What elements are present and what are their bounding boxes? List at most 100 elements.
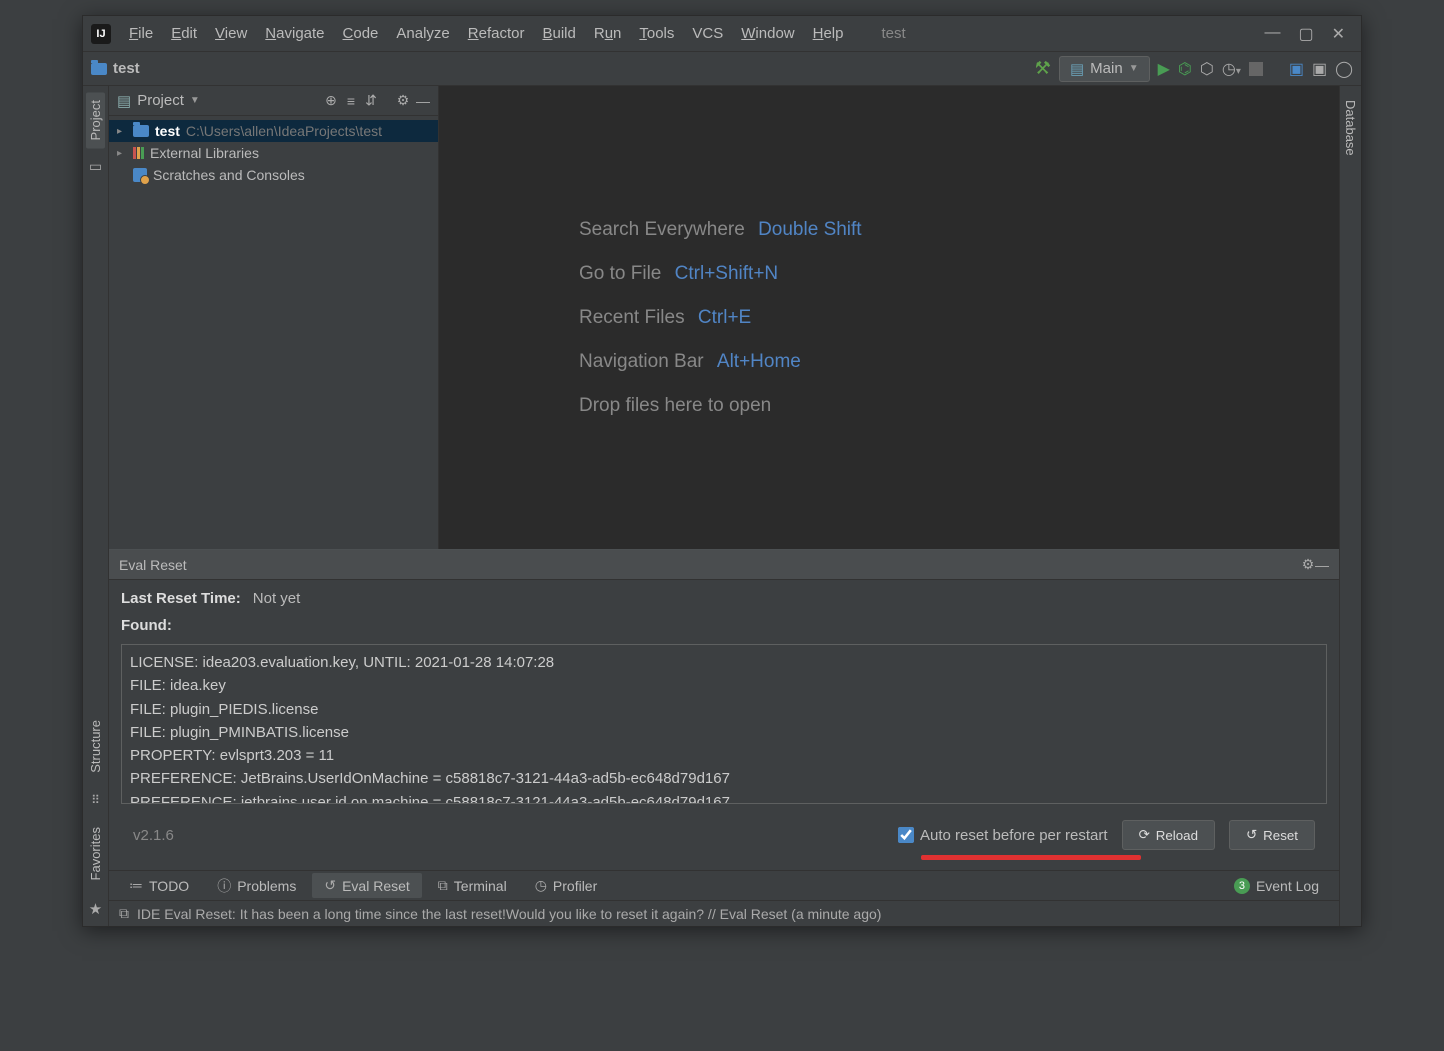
hint-search-everywhere: Search Everywhere Double Shift bbox=[579, 219, 862, 241]
chevron-right-icon[interactable]: ▸ bbox=[117, 126, 127, 137]
hide-icon[interactable]: — bbox=[1315, 558, 1329, 572]
right-tool-strip: Database bbox=[1339, 86, 1361, 926]
tab-profiler[interactable]: ◷Profiler bbox=[523, 873, 610, 898]
minimize-button[interactable]: — bbox=[1264, 24, 1280, 44]
tab-todo[interactable]: ≔TODO bbox=[117, 873, 201, 898]
chevron-right-icon[interactable]: ▸ bbox=[117, 148, 127, 159]
found-line: PROPERTY: evlsprt3.203 = 11 bbox=[130, 744, 1318, 767]
hide-icon[interactable]: — bbox=[416, 94, 430, 108]
favorites-icon: ★ bbox=[89, 900, 102, 918]
menu-edit[interactable]: Edit bbox=[163, 21, 205, 46]
menu-tools[interactable]: Tools bbox=[631, 21, 682, 46]
gear-icon[interactable]: ⚙ bbox=[1301, 558, 1315, 572]
tab-project[interactable]: Project bbox=[86, 92, 105, 148]
app-icon: IJ bbox=[91, 24, 111, 44]
reset-button[interactable]: ↺ Reset bbox=[1229, 820, 1315, 850]
tree-root[interactable]: ▸ test C:\Users\allen\IdeaProjects\test bbox=[109, 120, 438, 142]
menu-build[interactable]: Build bbox=[534, 21, 583, 46]
chevron-down-icon: ▼ bbox=[190, 95, 200, 106]
breadcrumb[interactable]: test bbox=[91, 60, 140, 77]
main-menu: File Edit View Navigate Code Analyze Ref… bbox=[121, 21, 852, 46]
menu-run[interactable]: Run bbox=[586, 21, 630, 46]
run-config-selector[interactable]: ▤ Main ▼ bbox=[1059, 56, 1150, 82]
expand-icon[interactable]: ≡ bbox=[344, 94, 358, 108]
run-config-icon: ▤ bbox=[1070, 60, 1084, 78]
auto-reset-checkbox[interactable]: Auto reset before per restart bbox=[898, 827, 1108, 844]
found-list[interactable]: LICENSE: idea203.evaluation.key, UNTIL: … bbox=[121, 644, 1327, 804]
central-area: ▤ Project ▼ ⊕ ≡ ⇵ ⚙ — ▸ bbox=[109, 86, 1339, 926]
tab-terminal[interactable]: ⧉Terminal bbox=[426, 873, 519, 898]
menu-help[interactable]: Help bbox=[805, 21, 852, 46]
debug-icon[interactable]: ⌬ bbox=[1178, 59, 1192, 79]
project-tool-window: ▤ Project ▼ ⊕ ≡ ⇵ ⚙ — ▸ bbox=[109, 86, 439, 549]
menu-view[interactable]: View bbox=[207, 21, 255, 46]
coverage-icon[interactable]: ⬡ bbox=[1200, 59, 1214, 79]
bookmark-icon[interactable]: ▭ bbox=[89, 158, 102, 175]
found-label: Found: bbox=[121, 617, 172, 634]
found-line: PREFERENCE: JetBrains.UserIdOnMachine = … bbox=[130, 767, 1318, 790]
menu-analyze[interactable]: Analyze bbox=[388, 21, 457, 46]
reload-button[interactable]: ⟳ Reload bbox=[1122, 820, 1215, 850]
gear-icon[interactable]: ⚙ bbox=[396, 94, 410, 108]
locate-icon[interactable]: ⊕ bbox=[324, 94, 338, 108]
menu-navigate[interactable]: Navigate bbox=[257, 21, 332, 46]
menu-code[interactable]: Code bbox=[335, 21, 387, 46]
found-line: FILE: plugin_PMINBATIS.license bbox=[130, 721, 1318, 744]
run-icon[interactable]: ▶ bbox=[1158, 59, 1170, 79]
hint-drop-files: Drop files here to open bbox=[579, 395, 771, 417]
ide-update-icon[interactable]: ▣ bbox=[1289, 59, 1304, 79]
chevron-down-icon: ▼ bbox=[1129, 63, 1139, 74]
found-line: FILE: idea.key bbox=[130, 674, 1318, 697]
terminal-icon: ⧉ bbox=[438, 877, 448, 894]
collapse-icon[interactable]: ⇵ bbox=[364, 94, 378, 108]
build-icon[interactable]: ⚒ bbox=[1035, 58, 1051, 79]
project-panel-header: ▤ Project ▼ ⊕ ≡ ⇵ ⚙ — bbox=[109, 86, 438, 116]
navigation-bar: test ⚒ ▤ Main ▼ ▶ ⌬ ⬡ ◷▾ ▣ ▣ ◯ bbox=[83, 52, 1361, 86]
maximize-button[interactable]: ▢ bbox=[1298, 24, 1313, 44]
profiler-icon: ◷ bbox=[535, 877, 547, 894]
todo-icon: ≔ bbox=[129, 877, 143, 894]
project-tree[interactable]: ▸ test C:\Users\allen\IdeaProjects\test … bbox=[109, 116, 438, 549]
folder-icon bbox=[133, 125, 149, 137]
menu-refactor[interactable]: Refactor bbox=[460, 21, 533, 46]
stop-icon[interactable] bbox=[1249, 62, 1263, 76]
project-panel-title: Project bbox=[137, 92, 184, 109]
eval-panel-title: Eval Reset bbox=[119, 557, 1301, 573]
eval-panel-header: Eval Reset ⚙ — bbox=[109, 550, 1339, 580]
tree-root-name: test bbox=[155, 123, 180, 139]
tab-database[interactable]: Database bbox=[1341, 92, 1360, 164]
tab-structure[interactable]: Structure bbox=[86, 712, 105, 781]
project-view-selector[interactable]: ▤ Project ▼ bbox=[117, 92, 318, 110]
status-icon[interactable]: ⧉ bbox=[119, 905, 129, 922]
problems-icon: ⓘ bbox=[217, 876, 231, 896]
window-controls: — ▢ ✕ bbox=[1256, 24, 1353, 44]
found-line: LICENSE: idea203.evaluation.key, UNTIL: … bbox=[130, 651, 1318, 674]
menu-window[interactable]: Window bbox=[733, 21, 802, 46]
menu-vcs[interactable]: VCS bbox=[684, 21, 731, 46]
project-view-icon: ▤ bbox=[117, 92, 131, 110]
misc-icon[interactable]: ▣ bbox=[1312, 59, 1327, 79]
eval-version: v2.1.6 bbox=[133, 827, 884, 844]
auto-reset-input[interactable] bbox=[898, 827, 914, 843]
breadcrumb-label: test bbox=[113, 60, 140, 77]
close-button[interactable]: ✕ bbox=[1332, 24, 1345, 44]
main-body: Project ▭ Structure ⠿ Favorites ★ ▤ Proj… bbox=[83, 86, 1361, 926]
tree-external-libs[interactable]: ▸ External Libraries bbox=[109, 142, 438, 164]
profiler-icon[interactable]: ◷▾ bbox=[1222, 59, 1241, 79]
last-reset-value: Not yet bbox=[253, 590, 301, 607]
hint-go-to-file: Go to File Ctrl+Shift+N bbox=[579, 263, 778, 285]
work-area: ▤ Project ▼ ⊕ ≡ ⇵ ⚙ — ▸ bbox=[109, 86, 1339, 549]
editor-empty-state[interactable]: Search Everywhere Double Shift Go to Fil… bbox=[439, 86, 1339, 549]
eval-panel-body: Last Reset Time: Not yet Found: LICENSE:… bbox=[109, 580, 1339, 870]
tab-favorites[interactable]: Favorites bbox=[86, 819, 105, 888]
tab-problems[interactable]: ⓘProblems bbox=[205, 872, 308, 900]
tree-scratches[interactable]: Scratches and Consoles bbox=[109, 164, 438, 186]
tree-external-label: External Libraries bbox=[150, 145, 259, 161]
scratch-icon bbox=[133, 168, 147, 182]
statusbar: ⧉ IDE Eval Reset: It has been a long tim… bbox=[109, 900, 1339, 926]
tab-eval-reset[interactable]: ↺Eval Reset bbox=[312, 873, 421, 898]
menu-file[interactable]: File bbox=[121, 21, 161, 46]
tab-event-log[interactable]: 3 Event Log bbox=[1222, 874, 1331, 898]
search-icon[interactable]: ◯ bbox=[1335, 59, 1353, 79]
run-config-label: Main bbox=[1090, 60, 1123, 77]
